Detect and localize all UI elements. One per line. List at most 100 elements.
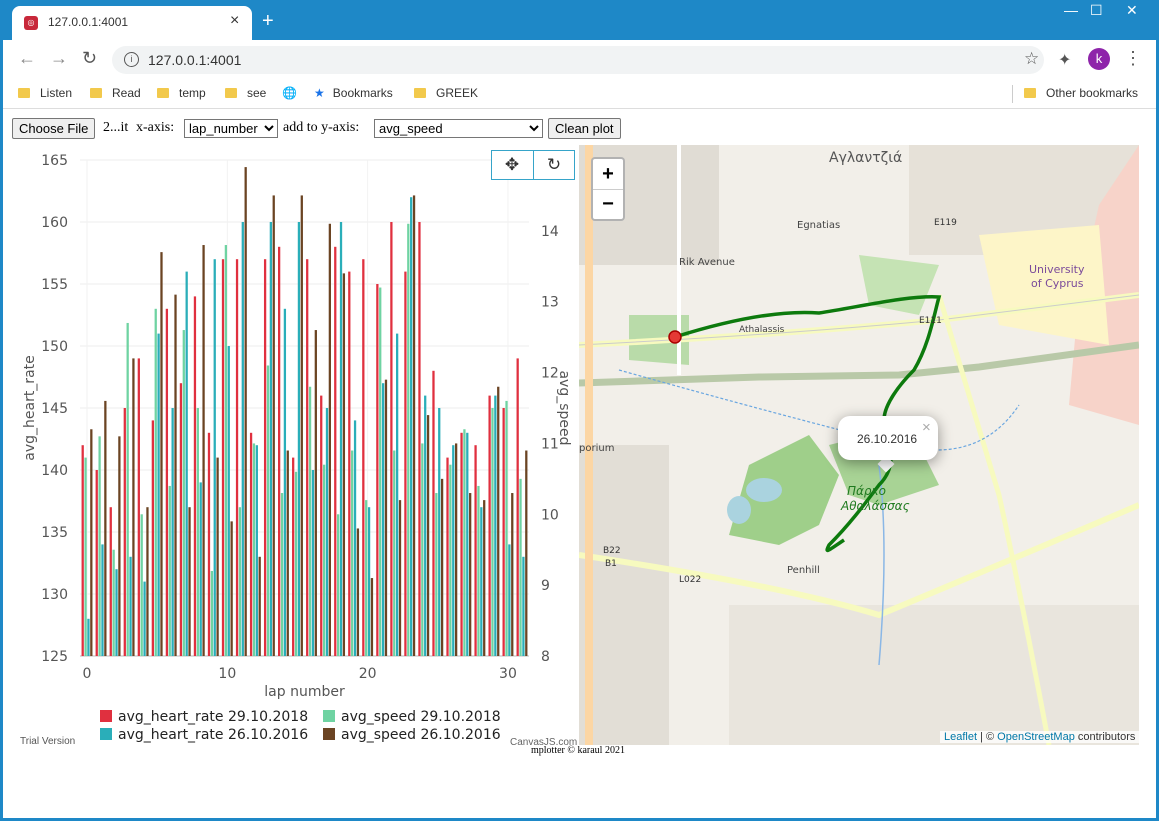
- reload-icon[interactable]: ↻: [82, 48, 97, 69]
- x-tick-label: 0: [83, 666, 92, 682]
- bar: [109, 507, 112, 656]
- new-tab-icon[interactable]: +: [262, 10, 274, 33]
- legend-swatch: [323, 710, 335, 722]
- osm-link[interactable]: OpenStreetMap: [997, 731, 1075, 743]
- bar: [249, 432, 253, 656]
- bar: [525, 450, 528, 656]
- bar: [407, 223, 410, 656]
- popup-close-icon[interactable]: ×: [922, 419, 931, 436]
- bar: [252, 443, 256, 656]
- bar: [129, 556, 132, 656]
- bar: [210, 570, 213, 656]
- bookmark-temp[interactable]: temp: [157, 84, 206, 102]
- bar: [325, 408, 329, 656]
- map-label: E111: [919, 316, 942, 326]
- maximize-icon[interactable]: ☐: [1090, 2, 1103, 19]
- bar: [320, 395, 323, 656]
- bar: [339, 222, 343, 656]
- other-bookmarks[interactable]: Other bookmarks: [1024, 84, 1138, 102]
- browser-menu-icon[interactable]: ⋮: [1124, 48, 1142, 69]
- y-tick-label: 160: [41, 215, 68, 231]
- bar: [410, 197, 413, 656]
- bar: [98, 436, 101, 656]
- pan-icon[interactable]: ✥: [492, 151, 532, 179]
- reset-zoom-icon[interactable]: ↻: [533, 151, 574, 179]
- bookmark-star-icon[interactable]: ☆: [1024, 49, 1039, 69]
- zoom-in-button[interactable]: +: [593, 159, 623, 190]
- folder-icon: [157, 88, 169, 98]
- map-label: B22: [603, 546, 621, 556]
- bar: [146, 507, 149, 656]
- bar: [126, 322, 129, 656]
- address-bar[interactable]: i 127.0.0.1:4001 ☆: [112, 46, 1044, 74]
- bar: [438, 408, 441, 656]
- window-close-icon[interactable]: ✕: [1126, 2, 1138, 19]
- file-status-text: 2...it: [103, 120, 129, 135]
- map-label: L022: [679, 575, 701, 585]
- bar: [466, 432, 469, 656]
- profile-avatar[interactable]: k: [1088, 48, 1110, 70]
- bar: [81, 445, 84, 656]
- bar: [460, 432, 463, 656]
- bar: [393, 450, 396, 656]
- y-tick-label: 145: [41, 401, 68, 417]
- bar: [266, 365, 270, 656]
- app-favicon-icon: ◎: [24, 16, 38, 30]
- bar: [87, 618, 90, 656]
- choose-file-button[interactable]: Choose File: [12, 118, 96, 139]
- bookmark-greek[interactable]: GREEK: [414, 84, 478, 102]
- bookmark-label: Listen: [40, 86, 73, 100]
- y-tick-label: 165: [41, 153, 68, 169]
- map-label: Rik Avenue: [679, 257, 735, 268]
- bar: [308, 386, 312, 656]
- clean-plot-button[interactable]: Clean plot: [548, 118, 621, 139]
- bar: [286, 450, 289, 656]
- legend-label: avg_heart_rate 29.10.2018: [118, 709, 308, 725]
- x-axis-select[interactable]: lap_number: [184, 119, 278, 138]
- folder-icon: [18, 88, 30, 98]
- extensions-puzzle-icon[interactable]: ✦: [1058, 50, 1071, 70]
- bar: [412, 195, 416, 656]
- forward-arrow-icon[interactable]: →: [50, 48, 68, 69]
- map-label: porium: [579, 443, 614, 454]
- bar: [165, 308, 169, 656]
- y2-tick-label: 9: [541, 578, 550, 594]
- leaflet-link[interactable]: Leaflet: [944, 731, 977, 743]
- bookmark-bookmarks[interactable]: ★ Bookmarks: [314, 84, 393, 102]
- minimize-icon[interactable]: —: [1064, 2, 1078, 18]
- bar: [255, 445, 258, 656]
- route-start-marker[interactable]: [668, 330, 682, 344]
- globe-icon[interactable]: 🌐: [282, 84, 297, 102]
- legend-label: avg_speed 26.10.2016: [341, 727, 501, 743]
- tab-close-icon[interactable]: ×: [230, 12, 239, 30]
- bar: [396, 333, 399, 656]
- legend-swatch: [100, 710, 112, 722]
- legend-label: avg_speed 29.10.2018: [341, 709, 501, 725]
- browser-tab[interactable]: ◎ 127.0.0.1:4001 ×: [12, 6, 252, 40]
- bar: [491, 408, 494, 656]
- bar: [367, 507, 371, 656]
- back-arrow-icon[interactable]: ←: [18, 48, 36, 69]
- bookmark-label: see: [247, 86, 267, 100]
- bookmark-see[interactable]: see: [225, 84, 266, 102]
- site-info-icon[interactable]: i: [124, 52, 139, 67]
- bar: [337, 514, 340, 656]
- bar: [297, 222, 301, 656]
- bookmark-read[interactable]: Read: [90, 84, 141, 102]
- bookmark-listen[interactable]: Listen: [18, 84, 72, 102]
- bar: [516, 358, 519, 656]
- map-label: E119: [934, 218, 957, 228]
- bar: [244, 167, 247, 657]
- zoom-out-button[interactable]: −: [593, 189, 623, 219]
- bar: [494, 395, 497, 656]
- bar: [104, 400, 107, 656]
- map-popup: 26.10.2016 ×: [838, 416, 938, 460]
- bar: [334, 246, 337, 657]
- folder-icon: [90, 88, 102, 98]
- bar: [202, 245, 205, 656]
- bar: [174, 294, 177, 656]
- bar: [362, 259, 365, 656]
- y-axis-select[interactable]: avg_speed: [374, 119, 543, 138]
- x-axis-label: x-axis:: [136, 120, 175, 135]
- bar: [505, 400, 508, 656]
